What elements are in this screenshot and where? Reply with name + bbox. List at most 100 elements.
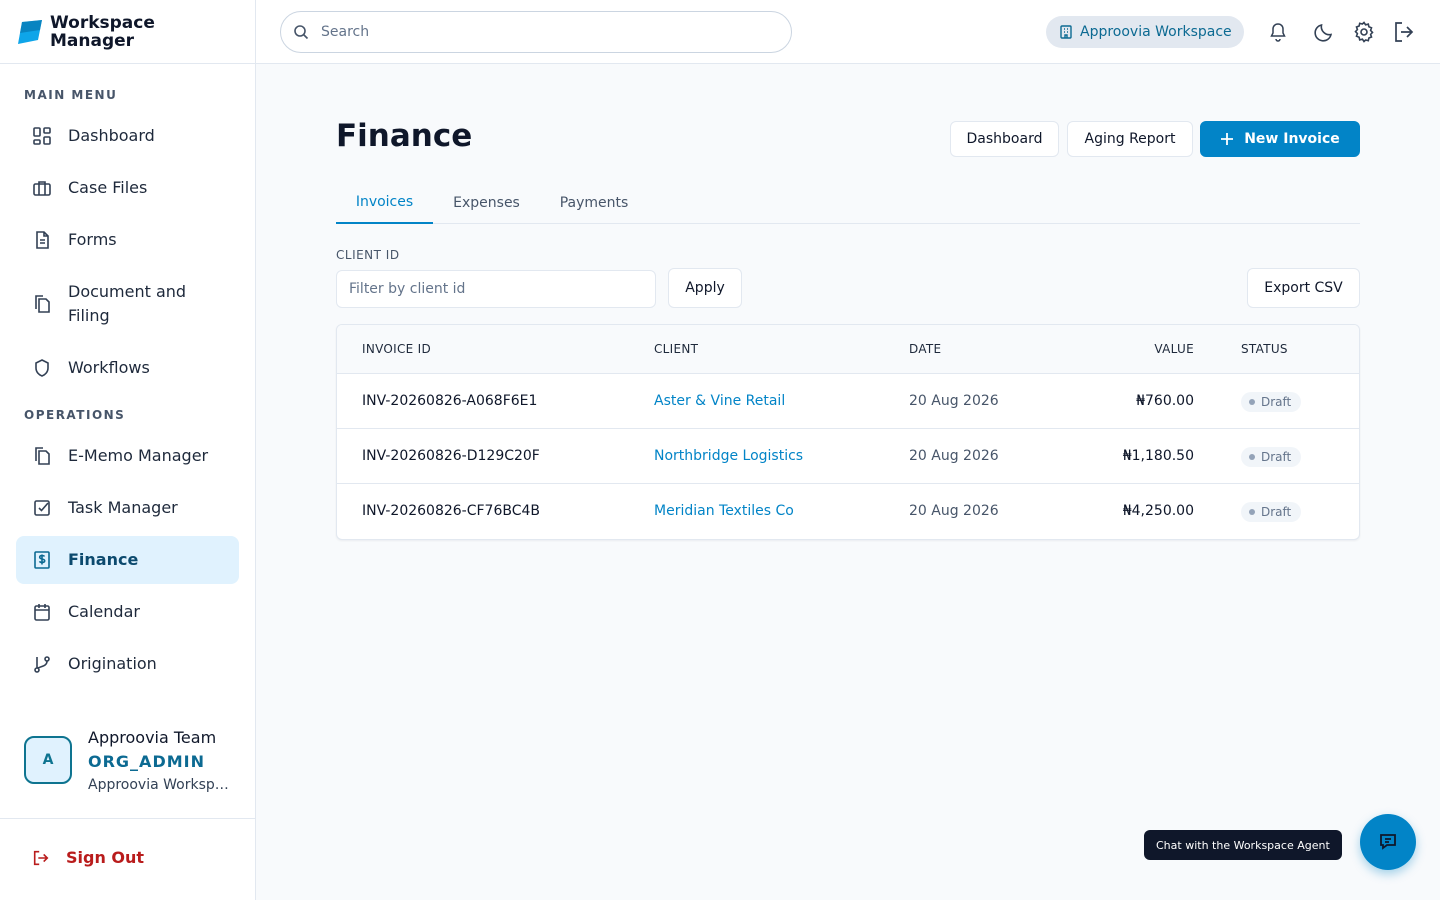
status-badge: Draft [1241, 447, 1302, 467]
section-label-operations: OPERATIONS [24, 408, 126, 422]
sidebar-item-label: Calendar [68, 602, 140, 621]
table-row[interactable]: INV-20260826-CF76BC4B Meridian Textiles … [337, 484, 1359, 539]
brand-name: Workspace Manager [50, 12, 155, 51]
search-icon [294, 25, 309, 40]
copy-icon [35, 447, 50, 465]
apply-button[interactable]: Apply [668, 268, 742, 308]
sidebar-item-case-files[interactable]: Case Files [16, 164, 239, 212]
header-value: VALUE [1154, 342, 1194, 356]
header-client: CLIENT [654, 342, 699, 356]
invoice-value: ₦760.00 [1136, 393, 1194, 409]
sidebar-item-label: Task Manager [68, 498, 178, 517]
sidebar-divider [0, 818, 255, 819]
chat-agent-button[interactable] [1360, 814, 1416, 870]
user-workspace: Approovia Workspace [88, 777, 233, 793]
tab-invoices[interactable]: Invoices [336, 182, 433, 224]
bell-icon[interactable] [1266, 20, 1290, 44]
client-link[interactable]: Aster & Vine Retail [654, 374, 785, 429]
workspace-label: Approovia Workspace [1080, 24, 1232, 40]
briefcase-icon [33, 181, 51, 196]
page-title: Finance [336, 118, 473, 154]
building-icon [1060, 25, 1072, 39]
header-date: DATE [909, 342, 942, 356]
aging-report-button[interactable]: Aging Report [1067, 121, 1193, 157]
client-link[interactable]: Northbridge Logistics [654, 429, 803, 484]
brand[interactable]: Workspace Manager [0, 0, 255, 64]
sidebar-item-label: Origination [68, 654, 157, 673]
section-label-main-menu: MAIN MENU [24, 88, 118, 102]
sidebar-item-label: Finance [68, 550, 139, 569]
sidebar-item-label: Forms [68, 230, 117, 249]
invoice-date: 20 Aug 2026 [909, 448, 999, 464]
user-name: Approovia Team [88, 728, 217, 747]
document-icon [36, 231, 49, 249]
sidebar-item-workflows[interactable]: Workflows [16, 344, 239, 392]
table-header: INVOICE ID CLIENT DATE VALUE STATUS [337, 325, 1359, 374]
invoice-date: 20 Aug 2026 [909, 393, 999, 409]
export-csv-button[interactable]: Export CSV [1247, 268, 1360, 308]
sidebar-item-forms[interactable]: Forms [16, 216, 239, 264]
chat-icon [1380, 834, 1396, 850]
sidebar-item-finance[interactable]: Finance [16, 536, 239, 584]
status-dot-icon [1249, 454, 1255, 460]
client-id-input[interactable] [336, 270, 656, 308]
status-badge: Draft [1241, 502, 1302, 522]
finance-tabs: Invoices Expenses Payments [336, 182, 1360, 224]
gear-icon[interactable] [1352, 20, 1376, 44]
status-dot-icon [1249, 509, 1255, 515]
sidebar-item-document-filing[interactable]: Document and Filing [16, 268, 239, 340]
new-invoice-label: New Invoice [1244, 131, 1340, 147]
sidebar-item-calendar[interactable]: Calendar [16, 588, 239, 636]
copy-icon [35, 295, 50, 313]
table-row[interactable]: INV-20260826-D129C20F Northbridge Logist… [337, 429, 1359, 484]
tab-expenses[interactable]: Expenses [441, 182, 532, 224]
sidebar-item-task-manager[interactable]: Task Manager [16, 484, 239, 532]
new-invoice-button[interactable]: New Invoice [1200, 121, 1360, 157]
sidebar-item-label: E-Memo Manager [68, 446, 209, 465]
header-invoice-id: INVOICE ID [362, 342, 432, 356]
sidebar-item-dashboard[interactable]: Dashboard [16, 112, 239, 160]
logout-icon[interactable] [1392, 20, 1416, 44]
sidebar-item-label: Workflows [68, 358, 150, 377]
invoice-id: INV-20260826-CF76BC4B [362, 503, 541, 519]
checkbox-icon [34, 500, 50, 516]
invoice-date: 20 Aug 2026 [909, 503, 999, 519]
sign-out-label: Sign Out [66, 848, 145, 867]
moon-icon[interactable] [1312, 20, 1336, 44]
sidebar-item-e-memo[interactable]: E-Memo Manager [16, 432, 239, 480]
header-status: STATUS [1241, 342, 1288, 356]
sidebar-item-origination[interactable]: Origination [16, 640, 239, 688]
dashboard-icon [33, 127, 51, 145]
sign-out-button[interactable]: Sign Out [32, 848, 144, 867]
user-info: Approovia Team ORG_ADMIN Approovia Works… [88, 728, 233, 794]
invoice-value: ₦4,250.00 [1122, 503, 1194, 519]
chat-tooltip: Chat with the Workspace Agent [1144, 830, 1342, 860]
sidebar-item-label: Document and Filing [68, 282, 187, 325]
client-id-label: CLIENT ID [336, 248, 400, 262]
topbar: Approovia Workspace [256, 0, 1440, 64]
sidebar-item-label: Case Files [68, 178, 148, 197]
client-link[interactable]: Meridian Textiles Co [654, 484, 794, 539]
plus-icon [1221, 133, 1234, 145]
table-row[interactable]: INV-20260826-A068F6E1 Aster & Vine Retai… [337, 374, 1359, 429]
git-branch-icon [34, 656, 50, 673]
dollar-file-icon [34, 551, 50, 569]
search-input[interactable] [321, 24, 761, 40]
brand-logo-icon [18, 19, 42, 44]
search-box[interactable] [280, 11, 792, 53]
status-dot-icon [1249, 399, 1255, 405]
tab-payments[interactable]: Payments [548, 182, 640, 224]
invoice-id: INV-20260826-D129C20F [362, 448, 540, 464]
status-badge: Draft [1241, 392, 1302, 412]
invoice-value: ₦1,180.50 [1122, 448, 1194, 464]
user-role: ORG_ADMIN [88, 752, 205, 771]
shield-icon [35, 359, 49, 377]
avatar: A [24, 736, 72, 784]
user-card[interactable]: A Approovia Team ORG_ADMIN Approovia Wor… [24, 728, 233, 794]
calendar-icon [34, 604, 50, 621]
invoice-id: INV-20260826-A068F6E1 [362, 393, 538, 409]
dashboard-button[interactable]: Dashboard [950, 121, 1059, 157]
sidebar-item-label: Dashboard [68, 126, 155, 145]
workspace-switcher[interactable]: Approovia Workspace [1046, 16, 1244, 48]
logout-icon [33, 850, 49, 865]
